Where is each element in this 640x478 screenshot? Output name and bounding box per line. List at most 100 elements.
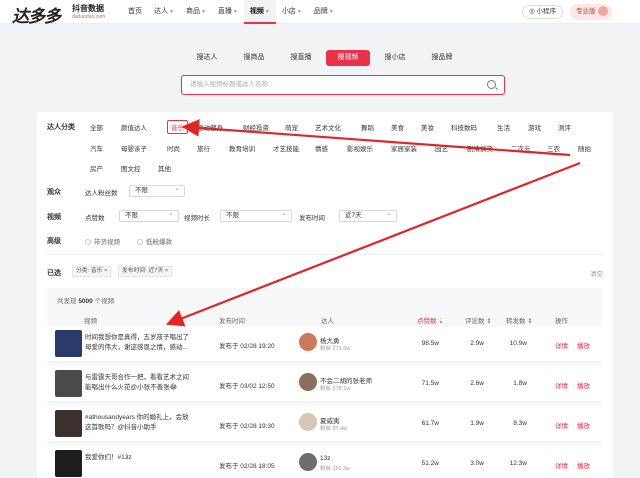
category-categories_row1-3[interactable]: 运动健身 — [197, 122, 223, 132]
category-categories_row1-2[interactable]: 音乐 — [167, 120, 188, 134]
category-categories_row1-6[interactable]: 艺术文化 — [315, 122, 341, 132]
category-categories_row1-13[interactable]: 测评 — [558, 122, 571, 132]
selected-chip-publish[interactable]: 发布时间: 近7天 × — [118, 266, 173, 277]
nav-brand[interactable]: 品牌▼ — [308, 0, 340, 24]
avatar[interactable] — [299, 333, 317, 351]
category-categories_row2-0[interactable]: 汽车 — [90, 143, 103, 153]
radio-circle-icon — [85, 239, 91, 246]
play-link[interactable]: 播放 — [577, 420, 590, 430]
main-nav: 首页 达人▼ 商品▼ 直播▼ 视频▼ 小店▼ 品牌▼ — [122, 0, 340, 24]
comments-count: 1.9w — [470, 420, 484, 427]
category-categories_row1-1[interactable]: 颜值达人 — [121, 122, 147, 132]
video-title[interactable]: 与雷霆天哥合作一把，看看艺术之间能唱出什么火花@小张不善张😂 — [85, 373, 195, 393]
video-label: 视频 — [47, 214, 61, 221]
comments-count: 2.9w — [470, 340, 484, 347]
category-categories_row1-4[interactable]: 财经投资 — [243, 122, 269, 132]
th-comments-sort[interactable]: 评论数 ⇕ — [465, 315, 492, 325]
chevron-down-icon: ▼ — [169, 9, 174, 15]
tab-search-video[interactable]: 搜视频 — [326, 50, 370, 66]
category-categories_row1-5[interactable]: 萌宠 — [285, 122, 298, 132]
category-categories_row2-12[interactable]: 三农 — [547, 143, 560, 153]
avatar[interactable] — [299, 453, 317, 471]
video-thumbnail[interactable] — [55, 410, 82, 437]
category-categories_row1-9[interactable]: 美妆 — [421, 122, 434, 132]
tab-search-brand[interactable]: 搜品牌 — [420, 50, 464, 66]
category-categories_row1-11[interactable]: 生活 — [497, 122, 510, 132]
search-input[interactable]: 请输入视频标题或达人名称 — [181, 75, 505, 95]
clear-button[interactable]: 清空 — [590, 268, 603, 278]
category-categories_row1-0[interactable]: 全部 — [90, 122, 103, 132]
author-fans: 粉丝 116.3w — [320, 466, 350, 472]
category-categories_row1-10[interactable]: 科技数码 — [451, 122, 477, 132]
fans-dropdown[interactable]: 不限 — [129, 184, 185, 197]
play-link[interactable]: 播放 — [577, 340, 590, 350]
category-categories_row2-9[interactable]: 园艺 — [435, 143, 448, 153]
category-categories_row1-8[interactable]: 美食 — [391, 122, 404, 132]
search-tabs: 搜达人 搜商品 搜直播 搜视频 搜小店 搜品牌 — [185, 50, 467, 66]
table-row[interactable]: 我爱你们！#13z 发布于 02/28 18:05 13z 粉丝 116.3w 51.2… — [47, 446, 603, 478]
category-categories_row1-12[interactable]: 游戏 — [528, 122, 541, 132]
detail-link[interactable]: 详情 — [555, 420, 568, 430]
nav-live[interactable]: 直播▼ — [212, 0, 244, 24]
detail-link[interactable]: 详情 — [555, 380, 568, 390]
table-row[interactable]: 与雷霆天哥合作一把，看看艺术之间能唱出什么火花@小张不善张😂 发布于 03/02 … — [47, 366, 603, 402]
video-thumbnail[interactable] — [55, 370, 82, 397]
logo[interactable]: 达多多 — [12, 2, 61, 27]
category-categories_row2-2[interactable]: 时尚 — [167, 143, 180, 153]
video-title[interactable]: 我爱你们！#13z — [85, 453, 195, 463]
category-categories_row2-8[interactable]: 家居家装 — [391, 143, 417, 153]
th-likes-sort[interactable]: 点赞数 ⇣ — [417, 315, 444, 325]
nav-influencer[interactable]: 达人▼ — [148, 0, 180, 24]
tab-search-product[interactable]: 搜商品 — [232, 50, 276, 66]
nav-video[interactable]: 视频▼ — [243, 0, 276, 24]
category-categories_row1-7[interactable]: 舞蹈 — [361, 122, 374, 132]
video-title[interactable]: 时间我想你是真得，五岁孩子唱出了母爱的伟大，谢这感恩之情，感动... — [85, 333, 195, 353]
category-categories_row3-0[interactable]: 房产 — [90, 163, 103, 173]
category-categories_row2-10[interactable]: 剧情搞笑 — [467, 143, 493, 153]
th-shares-sort[interactable]: 转发数 ⇕ — [506, 315, 533, 325]
radio-goods-video[interactable]: 带货视频 — [85, 236, 120, 246]
video-thumbnail[interactable] — [55, 330, 82, 357]
author-fans: 粉丝 578.1w — [320, 386, 351, 392]
publish-time-label: 发布时间 — [299, 215, 325, 222]
search-icon[interactable] — [487, 80, 496, 89]
video-thumbnail[interactable] — [55, 450, 82, 477]
category-categories_row2-3[interactable]: 旅行 — [197, 143, 210, 153]
selected-label: 已选 — [47, 270, 61, 277]
tab-search-shop[interactable]: 搜小店 — [373, 50, 417, 66]
detail-link[interactable]: 详情 — [555, 460, 568, 470]
table-row[interactable]: 时间我想你是真得，五岁孩子唱出了母爱的伟大，谢这感恩之情，感动... 发布于 02… — [47, 326, 603, 362]
results-table: 共发现 5000 个视频 视频 发布时间 达人 点赞数 ⇣ 评论数 ⇕ 转发数 … — [47, 288, 603, 478]
nav-home[interactable]: 首页 — [122, 0, 148, 24]
category-categories_row2-1[interactable]: 母婴亲子 — [121, 143, 147, 153]
nav-shop[interactable]: 小店▼ — [276, 0, 308, 24]
category-categories_row2-11[interactable]: 二次元 — [511, 143, 531, 153]
play-link[interactable]: 播放 — [577, 380, 590, 390]
radio-low-fans-hit[interactable]: 低粉爆款 — [137, 236, 172, 246]
category-categories_row2-13[interactable]: 随拍 — [578, 143, 591, 153]
detail-link[interactable]: 详情 — [555, 340, 568, 350]
publish-time-dropdown[interactable]: 近7天 — [339, 209, 397, 222]
likes-dropdown[interactable]: 不限 — [119, 209, 179, 222]
selected-chip-category[interactable]: 分类: 音乐 × — [72, 266, 112, 277]
mini-program-button[interactable]: ◎ 小程序 — [522, 5, 563, 19]
logo-domain: daduoduo.com — [72, 14, 106, 20]
tab-search-live[interactable]: 搜直播 — [279, 50, 323, 66]
video-title[interactable]: #athousandyears 你的婚礼上，会放这首歌吗？@抖音小助手 — [85, 413, 195, 433]
category-categories_row2-6[interactable]: 情感 — [315, 143, 328, 153]
nav-products[interactable]: 商品▼ — [180, 0, 212, 24]
table-row[interactable]: #athousandyears 你的婚礼上，会放这首歌吗？@抖音小助手 发布于 0… — [47, 406, 603, 442]
tab-search-influencer[interactable]: 搜达人 — [185, 50, 229, 66]
category-categories_row2-4[interactable]: 教育培训 — [229, 143, 255, 153]
avatar[interactable] — [299, 373, 317, 391]
category-categories_row2-5[interactable]: 才艺技能 — [273, 143, 299, 153]
avatar[interactable] — [299, 413, 317, 431]
category-categories_row3-2[interactable]: 其他 — [158, 163, 171, 173]
category-categories_row3-1[interactable]: 图文控 — [121, 163, 141, 173]
author-name[interactable]: 13z — [320, 455, 330, 462]
play-link[interactable]: 播放 — [577, 460, 590, 470]
audience-fans-label: 达人粉丝数 — [85, 190, 118, 197]
category-categories_row2-7[interactable]: 影视娱乐 — [347, 143, 373, 153]
pro-version-button[interactable]: 专业版 — [570, 4, 612, 20]
duration-dropdown[interactable]: 不限 — [220, 209, 292, 222]
